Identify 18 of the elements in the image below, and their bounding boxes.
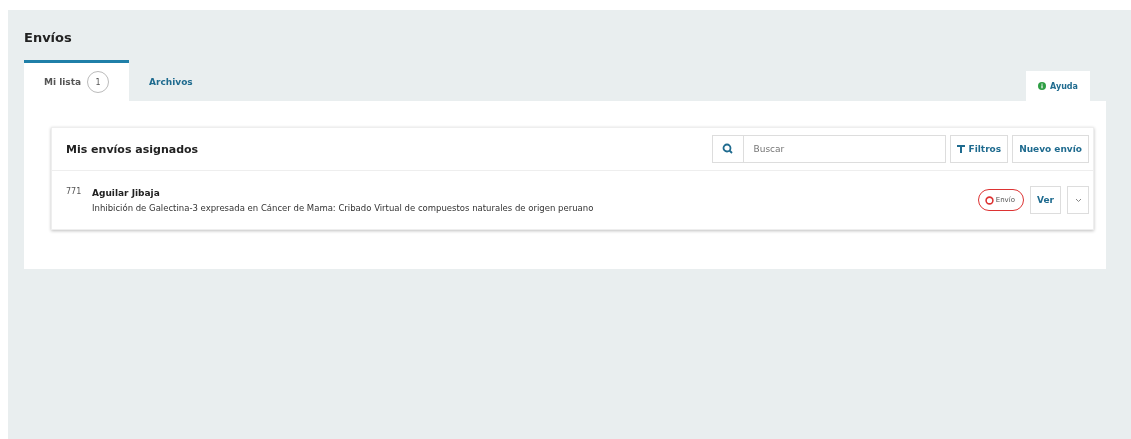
filter-icon: [956, 145, 965, 153]
new-submission-button[interactable]: Nuevo envío: [1012, 135, 1089, 163]
page-title: Envíos: [24, 29, 73, 47]
author-name: Aguilar Jibaja: [92, 187, 161, 198]
submission-id: 771: [66, 187, 80, 196]
list-title: Mis envíos asignados: [66, 142, 200, 156]
help-tab[interactable]: Ayuda: [1026, 71, 1090, 101]
tab[interactable]: Archivos: [129, 60, 213, 101]
search-icon: [711, 135, 744, 163]
caret-icon: [1074, 197, 1082, 203]
filter-button[interactable]: Filtros: [949, 135, 1009, 163]
search-field[interactable]: Buscar: [743, 135, 946, 163]
tab[interactable]: Mi lista 1: [24, 60, 130, 101]
submission-title: Inhibición de Galectina-3 expresada en Cáncer de Mama: Cribado Virtual de compuestos naturales de origen peruano: [92, 202, 595, 213]
info-icon: [1038, 82, 1047, 90]
view-button[interactable]: Ver: [1030, 186, 1061, 214]
circle-icon: [984, 195, 994, 205]
expand-button[interactable]: [1067, 186, 1089, 214]
